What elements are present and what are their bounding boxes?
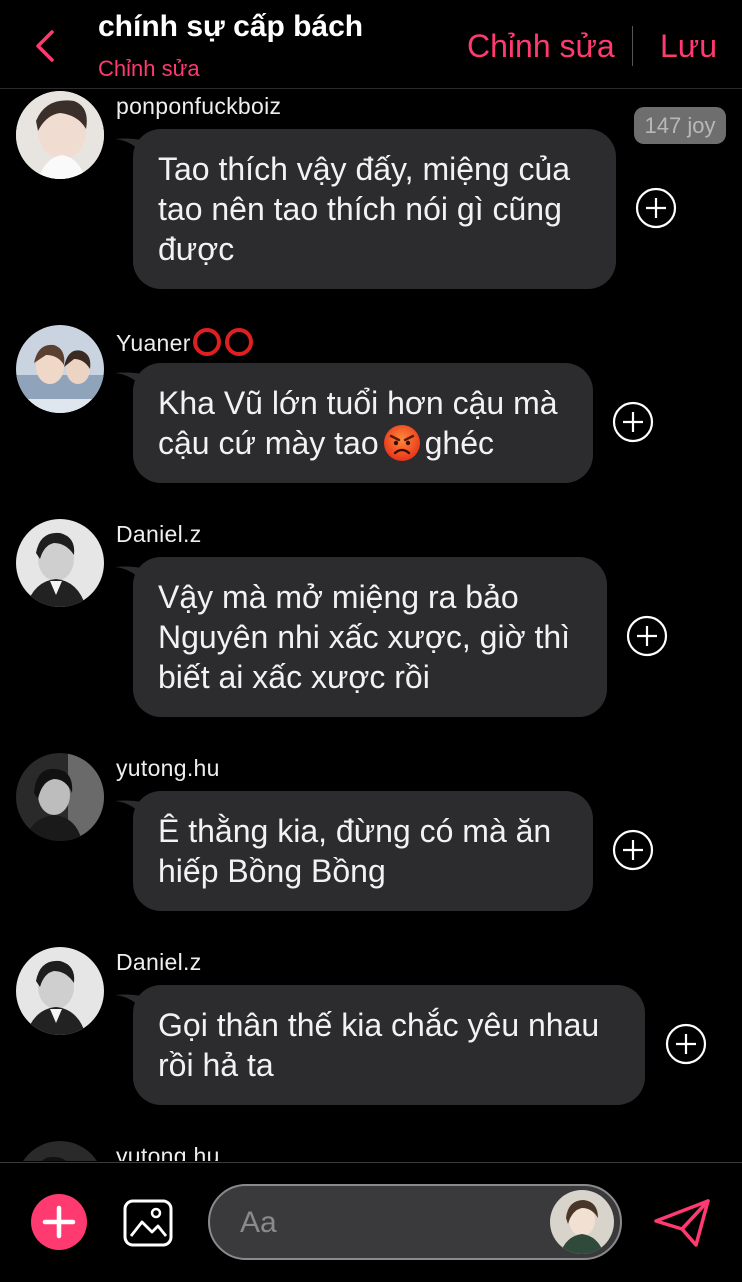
sender-name: yutong.hu: [116, 755, 220, 781]
plus-icon: [42, 1205, 76, 1239]
composer-bar: Aa: [0, 1162, 742, 1282]
edit-subtitle-link[interactable]: Chỉnh sửa: [98, 56, 200, 82]
edit-button[interactable]: Chỉnh sửa: [467, 28, 615, 65]
image-icon[interactable]: [122, 1198, 174, 1248]
sender-name: Daniel.z: [116, 949, 202, 975]
add-button[interactable]: [31, 1194, 87, 1250]
message-bubble[interactable]: Gọi thân thế kia chắc yêu nhau rồi hả ta: [133, 985, 645, 1105]
send-icon[interactable]: [652, 1197, 712, 1249]
chat-header: chính sự cấp bách Chỉnh sửa Chỉnh sửa Lư…: [0, 0, 742, 89]
message-bubble[interactable]: Kha Vũ lớn tuổi hơn cậu mà cậu cứ mày ta…: [133, 363, 593, 483]
angry-face-icon: [383, 425, 420, 461]
joy-badge: 147 joy: [634, 107, 726, 144]
red-ring-icon: [192, 328, 221, 356]
add-reaction-icon[interactable]: [612, 829, 654, 871]
header-divider: [632, 26, 633, 66]
message-input-placeholder: Aa: [240, 1206, 277, 1239]
add-reaction-icon[interactable]: [626, 615, 668, 657]
red-ring-icon: [224, 328, 253, 356]
message-line: tao nên tao thích nói gì cũng: [158, 191, 562, 227]
message-line: được: [158, 231, 235, 267]
message-line: Nguyên nhi xấc xược, giờ thì: [158, 619, 571, 655]
sender-name: yutong.hu: [116, 1143, 220, 1161]
message-line: Vậy mà mở miệng ra bảo: [158, 579, 519, 615]
avatar[interactable]: [16, 325, 104, 413]
message-line: rồi hả ta: [158, 1047, 274, 1083]
avatar[interactable]: [550, 1190, 614, 1254]
add-reaction-icon[interactable]: [665, 1023, 707, 1065]
message-text: cậu cứ mày tao: [158, 425, 379, 461]
avatar[interactable]: [16, 91, 104, 179]
save-button[interactable]: Lưu: [660, 28, 717, 65]
message-line: Tao thích vậy đấy, miệng của: [158, 151, 571, 187]
chevron-left-icon[interactable]: [28, 26, 64, 66]
chat-title: chính sự cấp bách: [98, 10, 364, 43]
message-line: Ê thằng kia, đừng có mà ăn: [158, 813, 552, 849]
add-reaction-icon[interactable]: [612, 401, 654, 443]
message-line: Gọi thân thế kia chắc yêu nhau: [158, 1007, 600, 1043]
avatar[interactable]: [16, 1141, 104, 1161]
sender-name: Yuaner: [116, 327, 255, 357]
avatar[interactable]: [16, 947, 104, 1035]
message-bubble[interactable]: Ê thằng kia, đừng có mà ăn hiếp Bồng Bồn…: [133, 791, 593, 911]
message-text: ghéc: [424, 425, 495, 461]
sender-name-text: Yuaner: [116, 330, 191, 356]
message-list[interactable]: ponponfuckboiz 147 joy Tao thích vậy đấy…: [0, 89, 742, 1161]
avatar[interactable]: [16, 753, 104, 841]
sender-name: Daniel.z: [116, 521, 202, 547]
message-bubble[interactable]: Vậy mà mở miệng ra bảo Nguyên nhi xấc xư…: [133, 557, 607, 717]
sender-name: ponponfuckboiz: [116, 93, 282, 119]
message-line: hiếp Bồng Bồng: [158, 853, 386, 889]
message-line: biết ai xấc xược rồi: [158, 659, 430, 695]
message-bubble[interactable]: Tao thích vậy đấy, miệng của tao nên tao…: [133, 129, 616, 289]
message-line: cậu cứ mày tao ghéc: [158, 423, 568, 463]
add-reaction-icon[interactable]: [635, 187, 677, 229]
avatar[interactable]: [16, 519, 104, 607]
message-line: Kha Vũ lớn tuổi hơn cậu mà: [158, 385, 558, 421]
message-input[interactable]: Aa: [208, 1184, 622, 1260]
